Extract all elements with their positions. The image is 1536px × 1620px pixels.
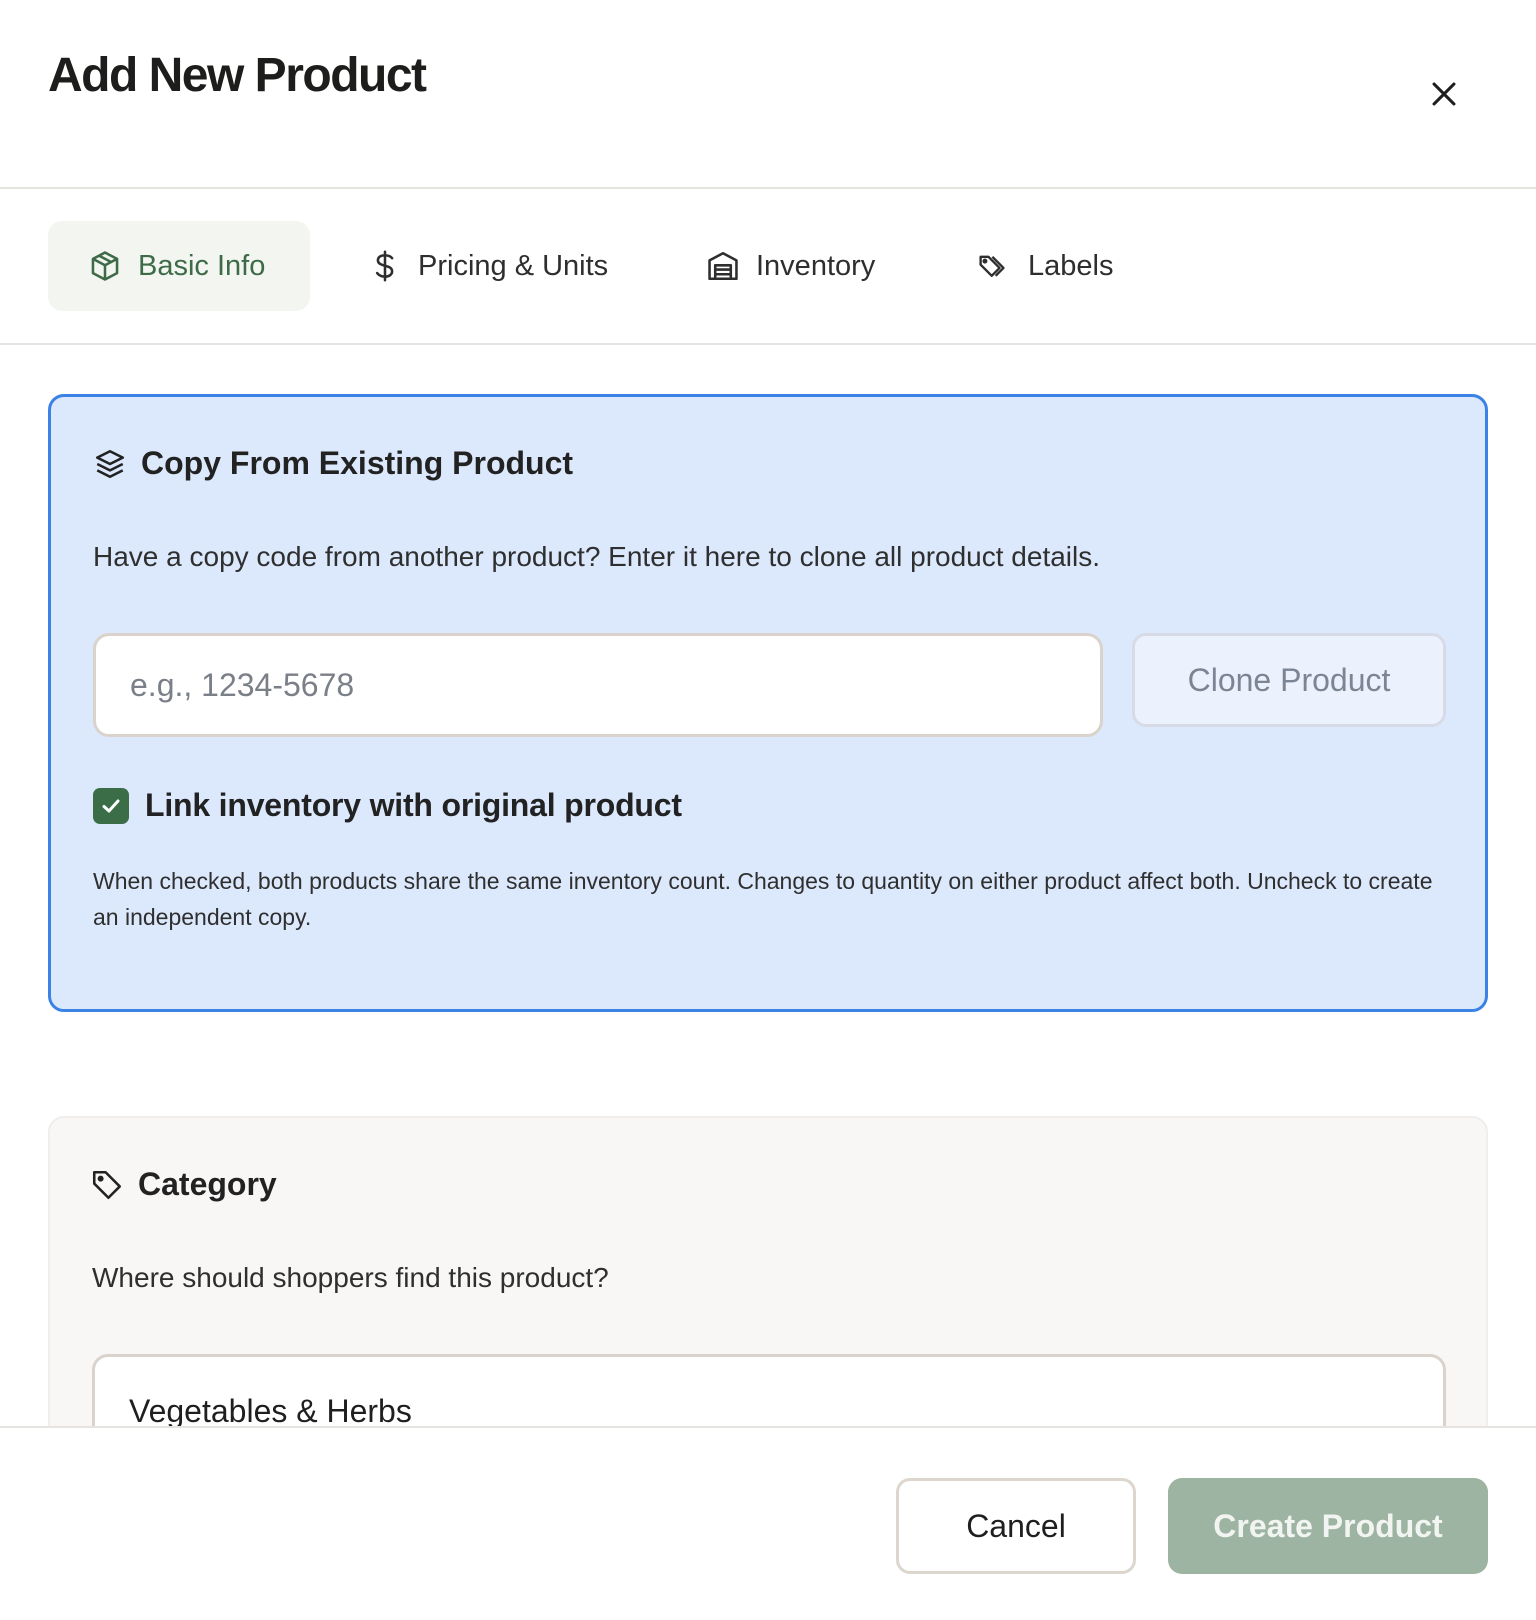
tab-pricing-units[interactable]: Pricing & Units	[368, 221, 608, 311]
dollar-icon	[368, 249, 402, 283]
tab-basic-info[interactable]: Basic Info	[48, 221, 310, 311]
cancel-button[interactable]: Cancel	[896, 1478, 1136, 1574]
dialog-footer: Cancel Create Product	[0, 1426, 1536, 1620]
category-selected-value: Vegetables & Herbs	[129, 1393, 412, 1429]
close-button[interactable]	[1420, 70, 1468, 118]
copy-panel-description: Have a copy code from another product? E…	[93, 541, 1101, 572]
link-inventory-checkbox[interactable]	[93, 787, 129, 824]
tags-icon	[978, 249, 1012, 283]
tab-bar: Basic Info Pricing & Units Inventory Lab…	[0, 189, 1536, 345]
link-inventory-help: When checked, both products share the sa…	[93, 868, 1433, 930]
box-icon	[88, 249, 122, 283]
clone-product-button[interactable]: Clone Product	[1132, 633, 1446, 727]
tag-icon	[90, 1168, 124, 1202]
copy-panel-title: Copy From Existing Product	[141, 445, 574, 481]
dialog-title: Add New Product	[48, 49, 427, 102]
tab-label: Labels	[1028, 249, 1114, 282]
category-heading: Category	[90, 1166, 277, 1203]
dialog-header: Add New Product	[0, 0, 1536, 189]
checkmark-icon	[102, 799, 120, 812]
link-inventory-toggle[interactable]: Link inventory with original product	[93, 787, 682, 824]
copy-from-product-panel: Copy From Existing Product Have a copy c…	[48, 394, 1488, 1012]
category-title: Category	[138, 1166, 277, 1202]
layers-icon	[93, 447, 127, 481]
create-product-button[interactable]: Create Product	[1168, 1478, 1488, 1574]
tab-label: Pricing & Units	[418, 249, 609, 282]
copy-code-input[interactable]	[93, 633, 1103, 737]
link-inventory-label: Link inventory with original product	[145, 787, 682, 823]
category-description: Where should shoppers find this product?	[92, 1262, 609, 1293]
tab-labels[interactable]: Labels	[978, 221, 1113, 311]
close-icon	[1432, 82, 1456, 106]
add-product-dialog: Add New Product Basic Info Pricing & Uni…	[0, 0, 1536, 1620]
tab-label: Basic Info	[138, 249, 266, 282]
tab-label: Inventory	[756, 249, 876, 282]
copy-panel-heading: Copy From Existing Product	[93, 445, 573, 482]
tab-inventory[interactable]: Inventory	[706, 221, 875, 311]
warehouse-icon	[706, 249, 740, 283]
